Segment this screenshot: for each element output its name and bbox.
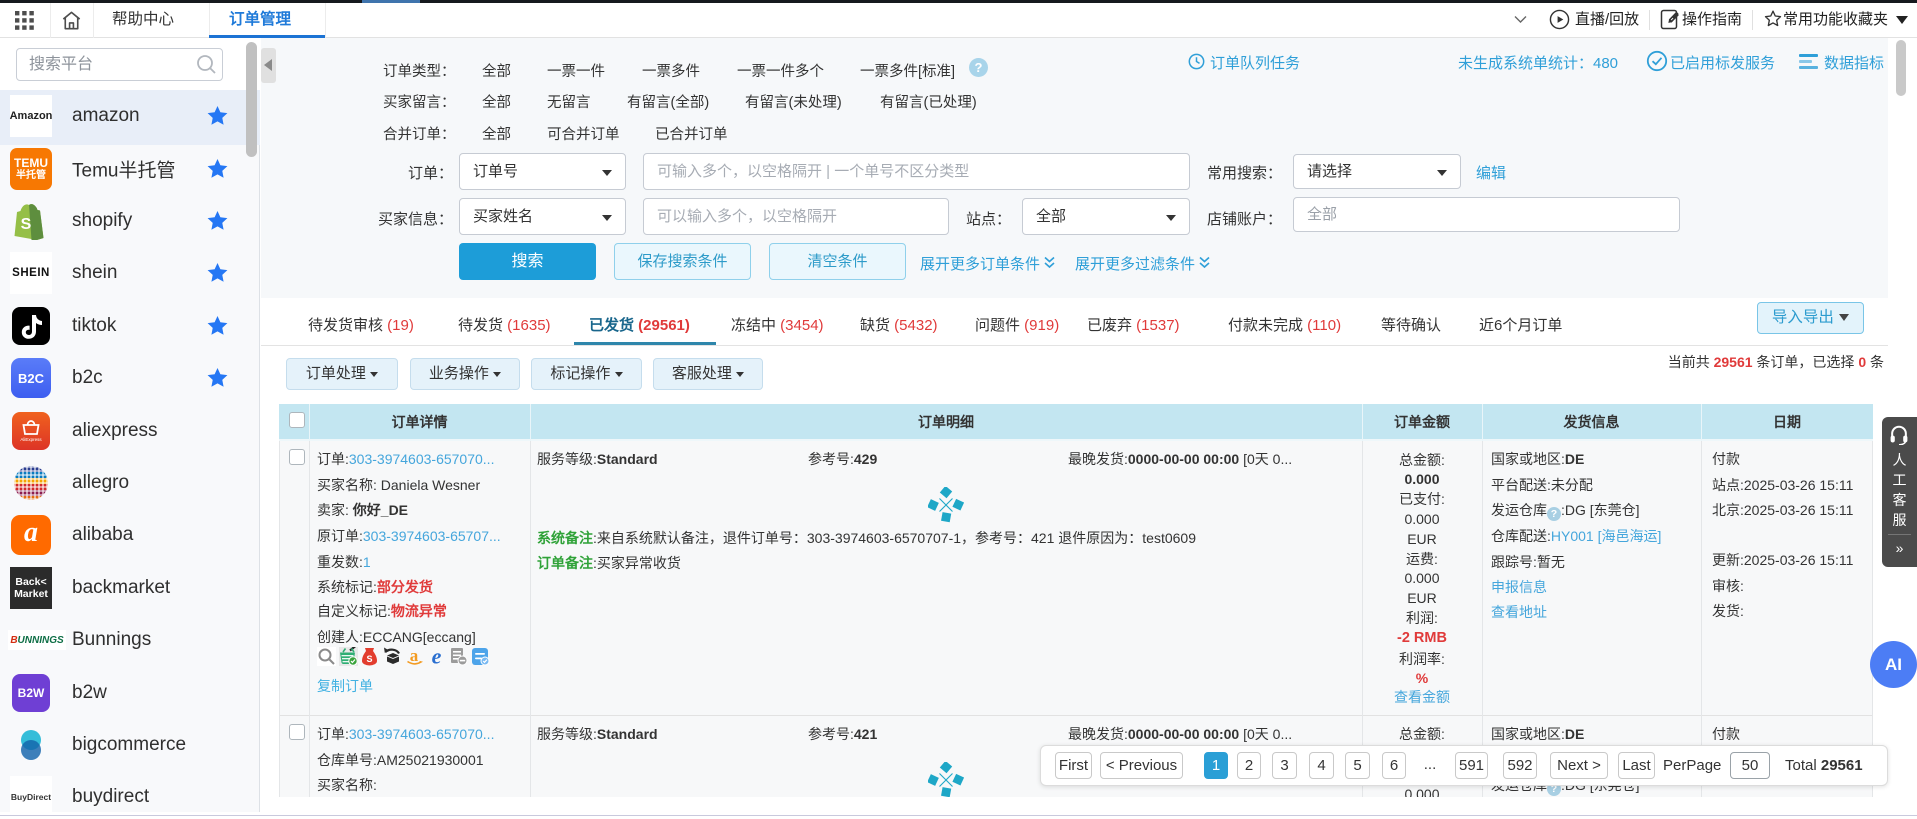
- svg-text:a: a: [410, 647, 419, 665]
- svg-text:e: e: [432, 647, 442, 666]
- svg-text:S: S: [366, 654, 372, 664]
- svg-text:S: S: [21, 216, 32, 233]
